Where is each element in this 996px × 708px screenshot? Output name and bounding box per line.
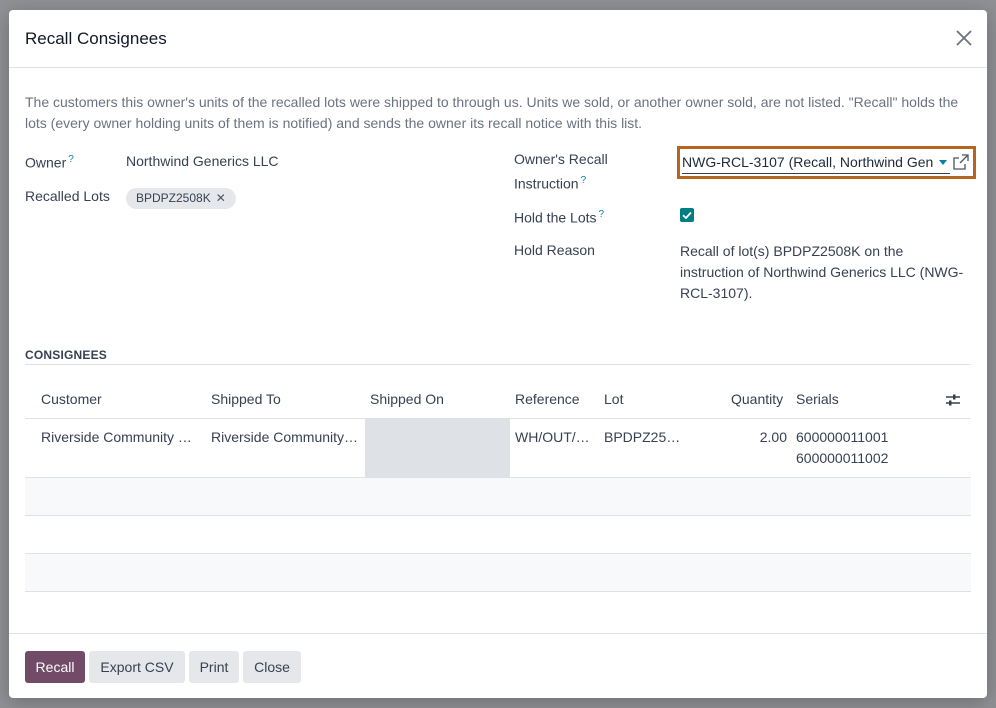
column-header-reference[interactable]: Reference (515, 391, 580, 407)
hold-lots-label: Hold the Lots? (514, 209, 605, 226)
recalled-lots-label: Recalled Lots (25, 188, 110, 204)
dropdown-caret-icon[interactable] (939, 160, 947, 165)
dialog-header: Recall Consignees (9, 10, 987, 68)
table-header: Customer Shipped To Shipped On Reference… (25, 380, 971, 419)
hold-reason-line: Recall of lot(s) BPDPZ2508K on the (680, 243, 904, 259)
checkmark-icon (682, 211, 692, 220)
hold-lots-checkbox[interactable] (680, 208, 694, 222)
owner-value[interactable]: Northwind Generics LLC (126, 151, 279, 172)
hold-reason-line: instruction of Northwind Generics LLC (N… (680, 264, 964, 280)
hold-reason-value[interactable]: Recall of lot(s) BPDPZ2508K on the instr… (680, 241, 980, 304)
recall-consignees-dialog: Recall Consignees The customers this own… (9, 10, 987, 698)
dialog-description: The customers this owner's units of the … (25, 94, 959, 131)
recall-instruction-input[interactable]: NWG-RCL-3107 (Recall, Northwind Gen (682, 152, 950, 174)
empty-table-row (25, 554, 971, 592)
lot-tag-label: BPDPZ2508K (136, 191, 211, 205)
empty-table-row (25, 516, 971, 554)
section-divider (25, 364, 971, 365)
column-header-quantity[interactable]: Quantity (731, 391, 783, 407)
reference-cell[interactable]: WH/OUT/… (515, 427, 599, 448)
serial-number: 600000011001 (796, 429, 889, 445)
column-settings-icon[interactable] (945, 392, 961, 408)
serial-number: 600000011002 (796, 450, 889, 466)
hold-reason-line: RCL-3107). (680, 285, 753, 301)
quantity-cell[interactable]: 2.00 (725, 427, 787, 448)
export-csv-button[interactable]: Export CSV (89, 651, 185, 683)
table-row[interactable]: Riverside Community … Riverside Communit… (25, 419, 971, 478)
column-header-customer[interactable]: Customer (41, 391, 102, 407)
recall-instruction-label-line1: Owner's Recall (514, 151, 608, 167)
recall-instruction-label: Owner's Recall Instruction? (514, 149, 608, 195)
lot-cell[interactable]: BPDPZ25… (604, 427, 688, 448)
help-icon[interactable]: ? (68, 154, 74, 165)
dialog-title: Recall Consignees (25, 29, 167, 48)
hold-reason-label: Hold Reason (514, 242, 595, 258)
column-header-lot[interactable]: Lot (604, 391, 623, 407)
customer-cell[interactable]: Riverside Community … (41, 427, 201, 448)
column-header-serials[interactable]: Serials (796, 391, 839, 407)
serials-cell[interactable]: 600000011001 600000011002 (796, 427, 936, 469)
remove-tag-icon[interactable]: ✕ (216, 191, 226, 205)
column-header-shipped-to[interactable]: Shipped To (211, 391, 281, 407)
recall-instruction-label-line2: Instruction? (514, 175, 587, 192)
help-icon[interactable]: ? (599, 209, 605, 220)
external-link-icon[interactable] (953, 154, 969, 170)
print-button[interactable]: Print (189, 651, 239, 683)
help-icon[interactable]: ? (581, 175, 587, 186)
shipped-to-cell[interactable]: Riverside Community… (211, 427, 363, 448)
column-header-shipped-on[interactable]: Shipped On (370, 391, 444, 407)
close-icon[interactable] (953, 26, 975, 50)
lot-tag: BPDPZ2508K ✕ (126, 188, 236, 209)
recall-button[interactable]: Recall (25, 651, 85, 683)
dialog-footer: Recall Export CSV Print Close (9, 633, 987, 698)
empty-table-row (25, 478, 971, 516)
consignees-section-title: CONSIGNEES (25, 348, 108, 362)
close-button[interactable]: Close (243, 651, 301, 683)
recall-instruction-field[interactable]: NWG-RCL-3107 (Recall, Northwind Gen (677, 146, 976, 179)
owner-label: Owner? (25, 154, 74, 171)
shipped-on-cell[interactable] (365, 419, 510, 477)
